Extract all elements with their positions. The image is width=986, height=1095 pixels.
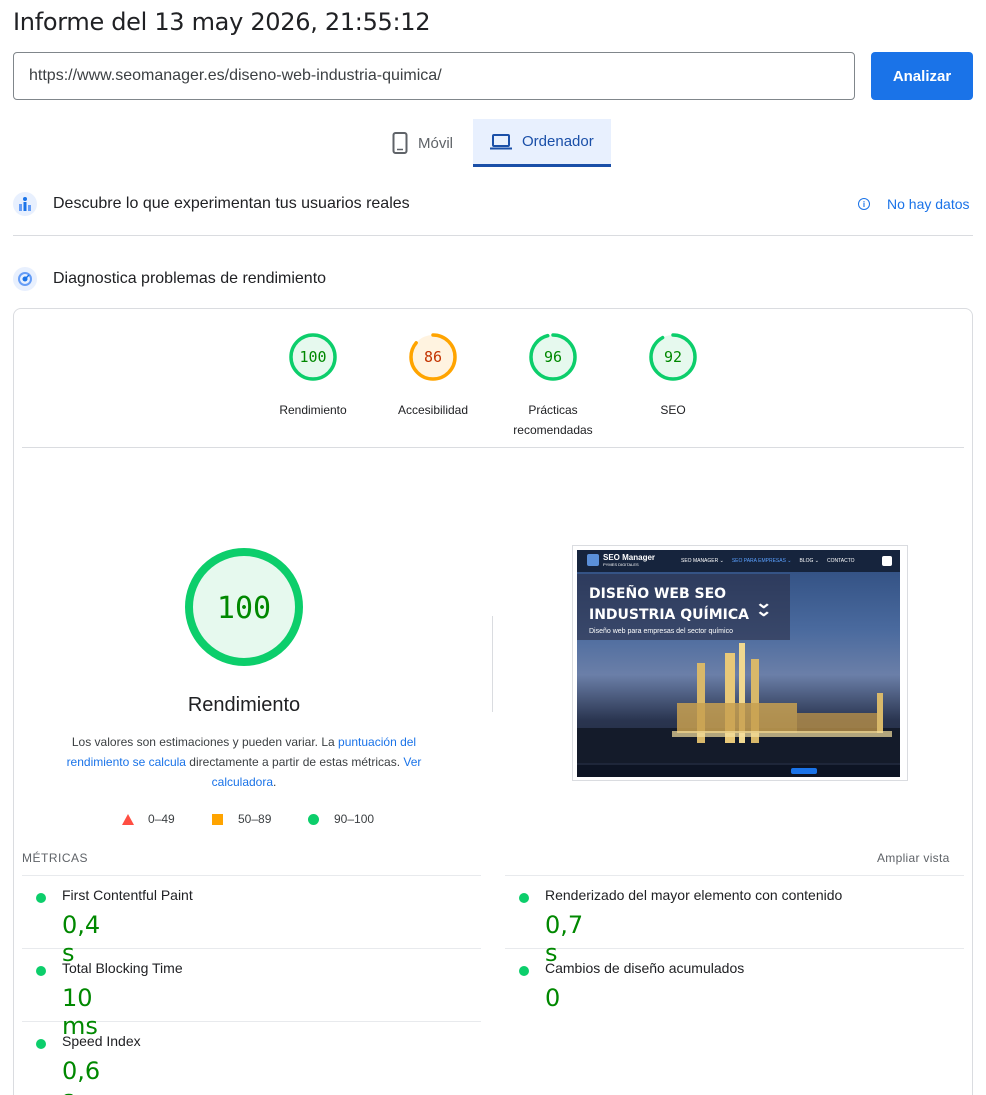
- metric-value: 0,4 s: [62, 911, 101, 967]
- desc-text-2: directamente a partir de estas métricas.: [185, 755, 404, 769]
- chemical-plant-image: [577, 643, 900, 763]
- good-status-icon: [519, 893, 529, 903]
- legend-average: 50–89: [212, 812, 271, 826]
- metric-name: First Contentful Paint: [62, 887, 193, 903]
- good-status-icon: [36, 893, 46, 903]
- metric-name: Renderizado del mayor elemento con conte…: [545, 887, 843, 903]
- good-status-icon: [36, 966, 46, 976]
- screenshot-menu-icon: [882, 556, 892, 566]
- metric-name: Speed Index: [62, 1033, 141, 1049]
- lab-data-title: Diagnostica problemas de rendimiento: [53, 270, 327, 287]
- screenshot-subtitle: Diseño web para empresas del sector quím…: [589, 628, 733, 635]
- section-divider: [13, 235, 973, 236]
- score-ring: 92: [649, 333, 697, 381]
- tab-desktop[interactable]: Ordenador: [473, 119, 611, 167]
- score-ring: 86: [409, 333, 457, 381]
- screenshot-image: SEO Manager PYMES DIGITALES SEO MANAGER ⌄…: [577, 550, 900, 777]
- score-label: Rendimiento: [279, 403, 347, 417]
- tab-desktop-label: Ordenador: [522, 133, 594, 150]
- performance-gauge: 100: [185, 548, 303, 666]
- score-value: 92: [664, 348, 682, 366]
- screenshot-cookie-button: [791, 768, 817, 774]
- score-value: 86: [424, 348, 442, 366]
- metric-value: 10 ms: [62, 984, 98, 1040]
- expand-view-toggle[interactable]: Ampliar vista: [877, 851, 950, 865]
- field-data-section[interactable]: Descubre lo que experimentan tus usuario…: [13, 192, 410, 216]
- legend-good: 90–100: [308, 812, 374, 826]
- screenshot-brand: SEO Manager PYMES DIGITALES: [603, 553, 656, 567]
- metric-name: Total Blocking Time: [62, 960, 183, 976]
- legend-good-label: 90–100: [334, 812, 375, 826]
- circle-icon: [308, 813, 319, 825]
- metrics-header: MÉTRICAS: [22, 851, 89, 865]
- metric-name: Cambios de diseño acumulados: [545, 960, 745, 976]
- square-icon: [212, 813, 223, 825]
- good-status-icon: [519, 966, 529, 976]
- screenshot-cookie-bar: [577, 765, 900, 777]
- metric-divider: [22, 875, 481, 876]
- score-label: Prácticas recomendadas: [513, 403, 593, 437]
- performance-score: 100: [217, 591, 271, 626]
- screenshot-nav: SEO Manager PYMES DIGITALES SEO MANAGER ⌄…: [577, 550, 900, 572]
- field-data-title: Descubre lo que experimentan tus usuario…: [53, 195, 410, 212]
- no-data-label: No hay datos: [887, 196, 970, 212]
- score-label: Accesibilidad: [397, 403, 469, 417]
- score-label: SEO: [660, 403, 686, 417]
- metric-value: 0: [545, 984, 561, 1012]
- legend-poor-label: 0–49: [148, 812, 175, 826]
- tab-mobile[interactable]: Móvil: [380, 119, 472, 167]
- score-gauge-1[interactable]: 100 Rendimiento: [263, 333, 363, 420]
- performance-title: Rendimiento: [187, 694, 301, 716]
- score-ring: 96: [529, 333, 577, 381]
- report-title: Informe del 13 may 2026, 21:55:12: [13, 8, 431, 36]
- screenshot-headline: DISEÑO WEB SEO INDUSTRIA QUÍMICA: [589, 586, 749, 623]
- metric-value: 0,7 s: [545, 911, 584, 967]
- legend-average-label: 50–89: [238, 812, 272, 826]
- chevrons-down-icon: ⌄ ⌄: [754, 595, 773, 620]
- smartphone-icon: [392, 132, 408, 154]
- tab-mobile-label: Móvil: [418, 134, 454, 152]
- screenshot-logo-icon: [587, 554, 599, 566]
- good-status-icon: [36, 1039, 46, 1049]
- speedometer-icon: [13, 267, 37, 291]
- laptop-icon: [490, 133, 512, 149]
- score-ring: 100: [289, 333, 337, 381]
- info-icon: i: [858, 198, 870, 210]
- score-value: 96: [544, 348, 562, 366]
- score-gauge-2[interactable]: 86 Accesibilidad: [383, 333, 483, 420]
- screenshot-menu: SEO MANAGER ⌄ SEO PARA EMPRESAS ⌄ BLOG ⌄ CO…: [681, 558, 855, 564]
- scores-divider: [22, 447, 964, 448]
- performance-description: Los valores son estimaciones y pueden va…: [60, 732, 428, 792]
- users-chart-icon: [13, 192, 37, 216]
- no-data-link[interactable]: i No hay datos: [858, 196, 970, 212]
- score-gauge-4[interactable]: 92 SEO: [623, 333, 723, 420]
- url-input[interactable]: [13, 52, 855, 100]
- analyze-button[interactable]: Analizar: [871, 52, 973, 100]
- triangle-icon: [122, 813, 134, 825]
- final-screenshot[interactable]: SEO Manager PYMES DIGITALES SEO MANAGER ⌄…: [572, 545, 908, 781]
- score-value: 100: [299, 348, 326, 366]
- score-gauge-3[interactable]: 96 Prácticas recomendadas: [503, 333, 603, 440]
- metric-divider: [505, 875, 964, 876]
- metric-value: 0,6 s: [62, 1057, 101, 1095]
- lab-data-section[interactable]: Diagnostica problemas de rendimiento: [13, 267, 326, 291]
- desc-text-3: .: [273, 775, 277, 789]
- vertical-divider: [492, 616, 493, 712]
- desc-text-1: Los valores son estimaciones y pueden va…: [71, 735, 339, 749]
- legend-poor: 0–49: [122, 812, 175, 826]
